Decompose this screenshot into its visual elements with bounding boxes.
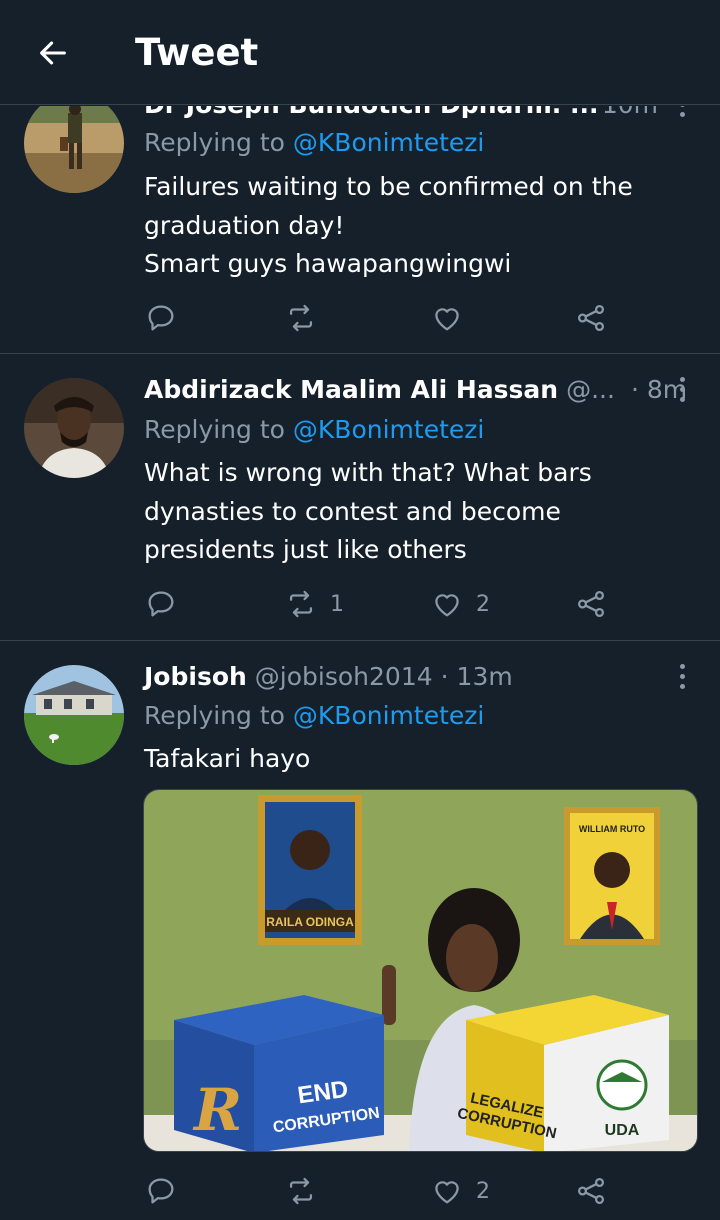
display-name[interactable]: Jobisoh — [144, 662, 247, 691]
avatar[interactable] — [24, 106, 124, 193]
comment-icon — [148, 1178, 174, 1204]
like-count: 2 — [476, 591, 490, 617]
more-options-button[interactable] — [670, 369, 694, 409]
back-button[interactable] — [28, 30, 78, 76]
timestamp[interactable]: · 13m — [441, 662, 513, 691]
tweet-header: Dr Joseph Bundotich Dpharm. ... 10m — [144, 106, 708, 124]
retweet-icon — [289, 304, 313, 332]
tweet-text-line: Smart guys hawapangwingwi — [144, 249, 512, 278]
tweet-reply[interactable]: Dr Joseph Bundotich Dpharm. ... 10m Repl… — [0, 106, 720, 354]
tweet-text-line: What is wrong with that? What bars — [144, 458, 592, 487]
replying-to: Replying to @KBonimtetezi — [144, 700, 484, 732]
mention-link[interactable]: @KBonimtetezi — [293, 415, 484, 444]
like-button[interactable]: 2 — [430, 584, 490, 624]
tweet-actions: 1 2 — [144, 584, 624, 624]
tweet-text: What is wrong with that? What bars dynas… — [144, 454, 684, 570]
retweet-icon — [289, 590, 313, 618]
like-count: 2 — [476, 1178, 490, 1204]
user-handle[interactable]: @... — [566, 375, 615, 404]
tweet-text: Failures waiting to be confirmed on the … — [144, 168, 684, 284]
left-portrait-caption: RAILA ODINGA — [266, 915, 354, 929]
top-bar: Tweet — [0, 0, 720, 105]
replying-prefix: Replying to — [144, 128, 285, 157]
avatar[interactable] — [24, 665, 124, 765]
retweet-icon — [289, 1177, 313, 1205]
uda-logo-text: UDA — [605, 1122, 640, 1139]
tweet-text-line: dynasties to contest and become — [144, 496, 561, 526]
tweet-text-line: Tafakari hayo — [144, 744, 311, 773]
share-icon — [577, 590, 605, 618]
share-button[interactable] — [574, 584, 608, 624]
heart-icon — [435, 1181, 459, 1204]
user-handle[interactable]: @jobisoh2014 — [255, 662, 433, 691]
tweet-header: Jobisoh @jobisoh2014 · 13m — [144, 656, 708, 696]
reply-button[interactable] — [144, 1171, 178, 1211]
tweet-header: Abdirizack Maalim Ali Hassan @... · 8m — [144, 369, 708, 409]
share-icon — [577, 1177, 605, 1205]
tweet-media-image[interactable]: RAILA ODINGA WILLIAM RUTO R END CORRUPTI… — [143, 789, 698, 1152]
more-options-button[interactable] — [670, 656, 694, 696]
tweet-text-line: graduation day! — [144, 210, 345, 240]
comment-icon — [148, 591, 174, 617]
right-portrait-caption: WILLIAM RUTO — [579, 824, 645, 834]
retweet-button[interactable]: 1 — [284, 584, 344, 624]
tweet-actions — [144, 298, 624, 338]
replying-to: Replying to @KBonimtetezi — [144, 414, 484, 446]
mention-link[interactable]: @KBonimtetezi — [293, 701, 484, 730]
heart-icon — [435, 308, 459, 331]
tweet-actions: 2 — [144, 1171, 624, 1211]
display-name[interactable]: Abdirizack Maalim Ali Hassan — [144, 375, 558, 404]
more-options-button[interactable] — [670, 106, 694, 124]
retweet-button[interactable] — [284, 1171, 330, 1211]
heart-icon — [435, 594, 459, 617]
mention-link[interactable]: @KBonimtetezi — [293, 128, 484, 157]
display-name[interactable]: Dr Joseph Bundotich Dpharm. ... — [144, 106, 598, 119]
like-button[interactable] — [430, 298, 476, 338]
reply-button[interactable] — [144, 584, 178, 624]
retweet-button[interactable] — [284, 298, 330, 338]
share-button[interactable] — [574, 298, 608, 338]
replying-prefix: Replying to — [144, 415, 285, 444]
share-button[interactable] — [574, 1171, 608, 1211]
tweet-reply[interactable]: Jobisoh @jobisoh2014 · 13m Replying to @… — [0, 642, 720, 1220]
reply-button[interactable] — [144, 298, 178, 338]
timestamp[interactable]: 10m — [602, 106, 658, 119]
retweet-count: 1 — [330, 591, 344, 617]
share-icon — [577, 304, 605, 332]
page-title: Tweet — [135, 31, 259, 74]
arrow-left-icon — [40, 41, 66, 65]
replying-prefix: Replying to — [144, 701, 285, 730]
tweet-reply[interactable]: Abdirizack Maalim Ali Hassan @... · 8m R… — [0, 355, 720, 641]
tweet-text-line: presidents just like others — [144, 535, 467, 564]
tweet-text: Tafakari hayo — [144, 740, 684, 779]
svg-text:R: R — [192, 1076, 242, 1144]
like-button[interactable]: 2 — [430, 1171, 490, 1211]
comment-icon — [148, 305, 174, 331]
replying-to: Replying to @KBonimtetezi — [144, 127, 484, 159]
avatar[interactable] — [24, 378, 124, 478]
tweet-text-line: Failures waiting to be confirmed on the — [144, 172, 633, 201]
